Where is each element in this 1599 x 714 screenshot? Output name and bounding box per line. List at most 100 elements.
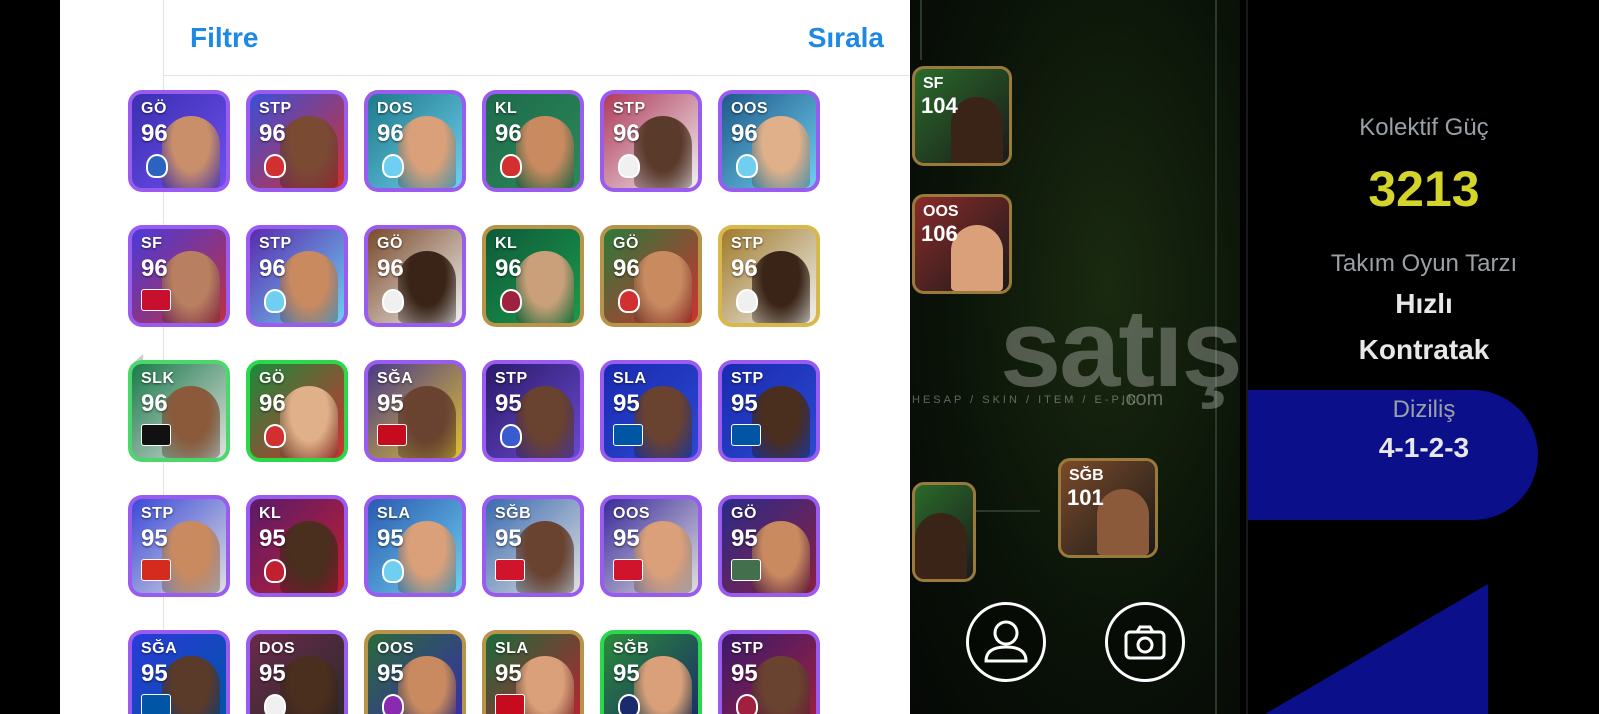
nation-flag-icon (141, 559, 171, 581)
card-rating: 95 (141, 525, 168, 552)
player-card[interactable]: GÖ 96 (364, 225, 466, 327)
card-position: SLA (613, 370, 647, 387)
player-card[interactable]: SLA 95 (482, 630, 584, 714)
player-card[interactable]: KL 96 (482, 90, 584, 192)
card-position: OOS (923, 203, 959, 220)
player-card[interactable]: GÖ 96 (128, 90, 230, 192)
player-card[interactable]: STP 95 (482, 360, 584, 462)
play-style-label: Takım Oyun Tarzı (1330, 250, 1518, 277)
pitch-line (920, 0, 922, 60)
card-rating: 96 (495, 255, 522, 282)
card-rating: 101 (1067, 485, 1104, 510)
player-portrait (634, 116, 692, 188)
player-card[interactable]: SĞA 95 (128, 630, 230, 714)
card-background: STP 96 (250, 229, 344, 323)
card-rating: 95 (613, 390, 640, 417)
player-card[interactable]: GÖ 95 (718, 495, 820, 597)
player-card[interactable]: OOS 95 (600, 495, 702, 597)
player-card[interactable]: SLA 95 (600, 360, 702, 462)
player-card[interactable]: SĞA 95 (364, 360, 466, 462)
player-card[interactable]: STP 96 (246, 90, 348, 192)
player-card[interactable]: STP 95 (128, 495, 230, 597)
card-rating: 104 (921, 93, 958, 118)
player-card[interactable]: KL 95 (246, 495, 348, 597)
player-card[interactable]: STP 96 (718, 225, 820, 327)
club-crest-icon (264, 559, 286, 583)
formation-player-card[interactable]: SĞB 101 (1058, 458, 1158, 558)
watermark-domain: .com (1120, 388, 1164, 410)
card-rating: 96 (731, 120, 758, 147)
player-card[interactable]: SĞB 95 (482, 495, 584, 597)
nation-flag-icon (613, 559, 643, 581)
card-position: GÖ (731, 505, 757, 522)
player-card[interactable]: GÖ 96 (600, 225, 702, 327)
player-portrait (162, 521, 220, 593)
player-card[interactable]: KL 96 (482, 225, 584, 327)
player-card[interactable]: SF 96 (128, 225, 230, 327)
player-card[interactable]: DOS 96 (364, 90, 466, 192)
card-position: SF (923, 75, 944, 92)
player-portrait (280, 116, 338, 188)
club-crest-icon (264, 289, 286, 313)
user-icon (984, 620, 1028, 663)
player-card[interactable]: SĞB 95 (600, 630, 702, 714)
card-rating: 96 (377, 120, 404, 147)
player-card[interactable]: STP 96 (600, 90, 702, 192)
card-background: KL 96 (486, 94, 580, 188)
strength-value: 3213 (1368, 161, 1480, 217)
filter-button[interactable]: Filtre (190, 22, 258, 54)
player-card[interactable]: OOS 96 (718, 90, 820, 192)
formation-player-card[interactable]: OOS 106 (912, 194, 1012, 294)
player-portrait (752, 116, 810, 188)
nation-flag-icon (495, 559, 525, 581)
player-portrait (634, 251, 692, 323)
card-background: OOS 96 (722, 94, 816, 188)
player-card[interactable]: GÖ 96 (246, 360, 348, 462)
card-background: STP 96 (604, 94, 698, 188)
card-position: STP (731, 640, 764, 657)
card-rating: 106 (921, 221, 958, 246)
card-position: STP (613, 100, 646, 117)
formation-player-card[interactable]: SF 104 (912, 66, 1012, 166)
card-position: OOS (377, 640, 415, 657)
card-background: KL 96 (486, 229, 580, 323)
player-portrait (162, 251, 220, 323)
card-position: GÖ (377, 235, 403, 252)
player-portrait (516, 251, 574, 323)
card-background: STP 95 (132, 499, 226, 593)
card-position: SĞA (141, 640, 178, 657)
watermark-subtitle: HESAP / SKIN / ITEM / E-PIN (912, 394, 1139, 406)
player-card[interactable]: OOS 95 (364, 630, 466, 714)
card-position: KL (495, 235, 518, 252)
player-profile-button[interactable] (966, 602, 1046, 682)
player-portrait (516, 386, 574, 458)
player-card[interactable]: SLK 96 (128, 360, 230, 462)
player-portrait (951, 97, 1003, 163)
nation-flag-icon (141, 694, 171, 714)
nation-flag-icon (377, 424, 407, 446)
player-portrait (280, 656, 338, 714)
player-portrait (398, 251, 456, 323)
card-rating: 95 (259, 525, 286, 552)
card-background: SĞA 95 (132, 634, 226, 714)
card-background: STP 96 (250, 94, 344, 188)
card-position: SĞA (377, 370, 414, 387)
card-position: SLA (495, 640, 529, 657)
player-portrait (915, 513, 967, 579)
card-position: SĞB (495, 505, 532, 522)
player-card[interactable]: STP 96 (246, 225, 348, 327)
player-portrait (398, 656, 456, 714)
player-portrait (752, 521, 810, 593)
player-card[interactable]: STP 95 (718, 360, 820, 462)
card-rating: 96 (259, 255, 286, 282)
screen: ‹ Filtre Sırala GÖ96STP96DOS96KL96STP96O… (0, 0, 1599, 714)
player-card[interactable]: SLA 95 (364, 495, 466, 597)
player-card[interactable]: STP 95 (718, 630, 820, 714)
player-card[interactable]: DOS 95 (246, 630, 348, 714)
camera-button[interactable] (1105, 602, 1185, 682)
formation-player-card[interactable] (912, 482, 976, 582)
club-crest-icon (382, 289, 404, 313)
sort-button[interactable]: Sırala (808, 22, 884, 54)
card-rating: 96 (377, 255, 404, 282)
club-crest-icon (264, 154, 286, 178)
